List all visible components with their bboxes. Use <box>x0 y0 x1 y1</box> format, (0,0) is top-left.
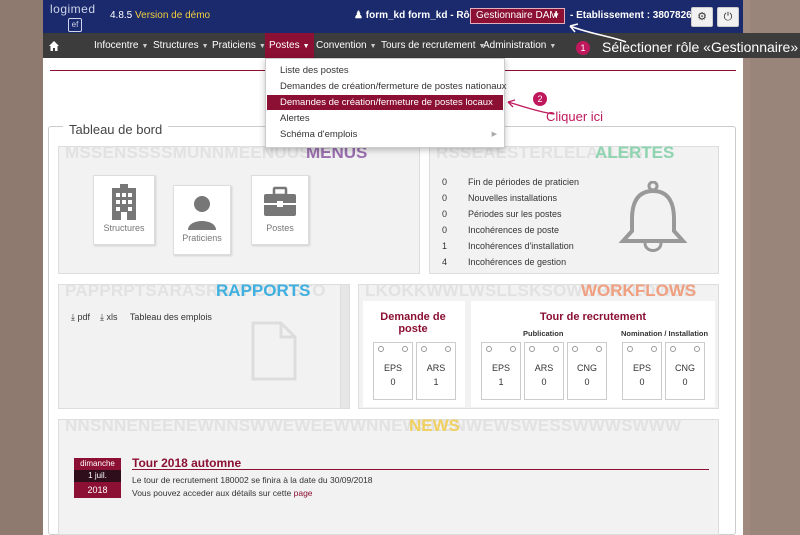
logo-mark: ef <box>68 18 82 32</box>
news-date-day: 1 juil. <box>74 470 121 482</box>
logout-button[interactable]: ⏻ <box>717 7 739 27</box>
tile-postes-label: Postes <box>266 223 294 233</box>
tile-postes[interactable]: Postes <box>251 175 309 245</box>
news-bg-text: NNSNNENEENEWNNSWWEWEEWWNNEWSEENWEWSWESSW… <box>65 416 682 435</box>
pdf-download-link[interactable]: ⤓ pdf <box>71 312 90 322</box>
alertes-title: ALERTES <box>595 143 675 162</box>
briefcase-icon <box>264 186 296 216</box>
version-info: 4.8.5 Version de démo <box>110 10 210 21</box>
news-line-2: Vous pouvez acceder aux détails sur cett… <box>132 488 313 498</box>
alert-row[interactable]: 1 Incohérences d'installation <box>442 241 574 251</box>
menu-item-liste-postes[interactable]: Liste des postes <box>267 63 503 78</box>
document-icon <box>251 321 297 381</box>
chevron-down-icon: ▼ <box>552 11 560 20</box>
nomination-label: Nomination / Installation <box>621 329 709 338</box>
menu-item-schema-emplois[interactable]: Schéma d'emplois ▶ <box>267 127 503 142</box>
postes-dropdown-menu: Liste des postes Demandes de création/fe… <box>265 58 507 148</box>
workflows-title: WORKFLOWS <box>581 281 697 300</box>
tile-praticiens-label: Praticiens <box>182 233 222 243</box>
nav-structures[interactable]: Structures ▼ <box>153 33 209 58</box>
alert-row[interactable]: 0 Fin de périodes de praticien <box>442 177 579 187</box>
xls-download-link[interactable]: ⤓ xls <box>100 312 118 322</box>
power-icon: ⏻ <box>723 11 733 23</box>
alert-row[interactable]: 4 Incohérences de gestion <box>442 257 566 267</box>
workflow-card-publication-eps[interactable]: EPS 1 <box>481 342 521 400</box>
news-item-title[interactable]: Tour 2018 automne <box>132 456 241 470</box>
annotation-text-1: Sélectioner rôle «Gestionnaire» <box>602 39 799 55</box>
download-icon: ⤓ <box>100 312 105 322</box>
scrollbar[interactable] <box>340 285 349 408</box>
nav-postes[interactable]: Postes ▼ <box>265 33 314 58</box>
logo-text: logimed <box>50 2 96 16</box>
workflow-card-nomination-eps[interactable]: EPS 0 <box>622 342 662 400</box>
chevron-down-icon: ▼ <box>549 43 557 50</box>
user-icon: ♟ <box>354 10 363 21</box>
news-page-link[interactable]: page <box>294 488 313 498</box>
demande-title: Demande de poste <box>380 311 446 335</box>
alert-row[interactable]: 0 Nouvelles installations <box>442 193 557 203</box>
tour-title: Tour de recrutement <box>539 311 647 323</box>
tile-structures[interactable]: Structures <box>93 175 155 245</box>
news-date: dimanche 1 juil. 2018 <box>74 458 121 502</box>
version-number: 4.8.5 <box>110 10 133 21</box>
rapports-title: RAPPORTS <box>216 281 311 300</box>
rapports-panel: PAPPRPTSARASRAPPORTSTO RAPPORTS ⤓ pdf ⤓ … <box>58 281 350 409</box>
logo[interactable]: logimed ef <box>48 2 98 34</box>
alert-row[interactable]: 0 Incohérences de poste <box>442 225 559 235</box>
user-info: ♟ form_kd form_kd - Rôle : <box>354 10 484 21</box>
nav-tours-recrutement[interactable]: Tours de recrutement ▼ <box>381 33 485 58</box>
building-icon <box>112 184 136 220</box>
chevron-down-icon: ▼ <box>201 43 209 50</box>
nav-administration[interactable]: Administration ▼ <box>483 33 556 58</box>
tile-structures-label: Structures <box>103 223 145 233</box>
report-row: ⤓ pdf ⤓ xls Tableau des emplois <box>71 312 212 323</box>
menu-item-alertes[interactable]: Alertes <box>267 111 503 126</box>
settings-button[interactable]: ⚙ <box>691 7 713 27</box>
download-icon: ⤓ <box>71 312 75 322</box>
alert-row[interactable]: 0 Périodes sur les postes <box>442 209 562 219</box>
alertes-panel: RSSEAESTERLELALLSS ALERTES 0 Fin de pério… <box>429 143 719 274</box>
workflow-card-nomination-cng[interactable]: CNG 0 <box>665 342 705 400</box>
nav-praticiens[interactable]: Praticiens ▼ <box>212 33 266 58</box>
chevron-down-icon: ▼ <box>369 43 377 50</box>
role-select[interactable]: Gestionnaire DAM ▼ <box>470 8 565 24</box>
demo-label: Version de démo <box>135 10 211 21</box>
chevron-down-icon: ▼ <box>302 43 310 50</box>
news-year: 2018 <box>74 482 121 498</box>
report-name: Tableau des emplois <box>129 312 212 322</box>
gear-icon: ⚙ <box>697 11 707 23</box>
tile-praticiens[interactable]: Praticiens <box>173 185 231 255</box>
menu-item-demandes-nationaux[interactable]: Demandes de création/fermeture de postes… <box>267 79 507 94</box>
news-line-1: Le tour de recrutement 180002 se finira … <box>132 475 373 485</box>
news-day: dimanche <box>74 458 121 470</box>
role-value: Gestionnaire DAM <box>476 10 558 21</box>
menus-panel: MSSENSSSSMUNNMEENUUSU MENUS Structures P… <box>58 143 420 274</box>
nav-infocentre[interactable]: Infocentre ▼ <box>94 33 148 58</box>
dashboard-title: Tableau de bord <box>63 122 169 137</box>
home-icon <box>49 41 59 51</box>
nav-convention[interactable]: Convention ▼ <box>316 33 377 58</box>
menu-item-demandes-locaux[interactable]: Demandes de création/fermeture de postes… <box>267 95 503 110</box>
nav-home[interactable] <box>49 33 63 58</box>
workflows-panel: LKOKKWWLWSLLSKSOWORKFLOWSR WORKFLOWS Dem… <box>358 281 719 409</box>
user-name: form_kd form_kd <box>365 10 448 21</box>
chevron-right-icon: ▶ <box>491 131 497 138</box>
news-underline <box>132 469 709 470</box>
top-bar: logimed ef 4.8.5 Version de démo ♟ form_… <box>43 0 743 33</box>
chevron-down-icon: ▼ <box>141 43 149 50</box>
news-title: NEWS <box>409 416 460 435</box>
left-background <box>0 0 43 535</box>
workflow-card-publication-cng[interactable]: CNG 0 <box>567 342 607 400</box>
bell-icon <box>618 181 688 252</box>
right-background <box>750 0 800 535</box>
person-icon <box>188 196 216 230</box>
workflow-card-demande-eps[interactable]: EPS 0 <box>373 342 413 400</box>
workflow-card-publication-ars[interactable]: ARS 0 <box>524 342 564 400</box>
publication-label: Publication <box>523 329 564 338</box>
annotation-step-1: 1 <box>576 41 590 55</box>
workflow-card-demande-ars[interactable]: ARS 1 <box>416 342 456 400</box>
annotation-text-2: Cliquer ici <box>546 109 604 124</box>
